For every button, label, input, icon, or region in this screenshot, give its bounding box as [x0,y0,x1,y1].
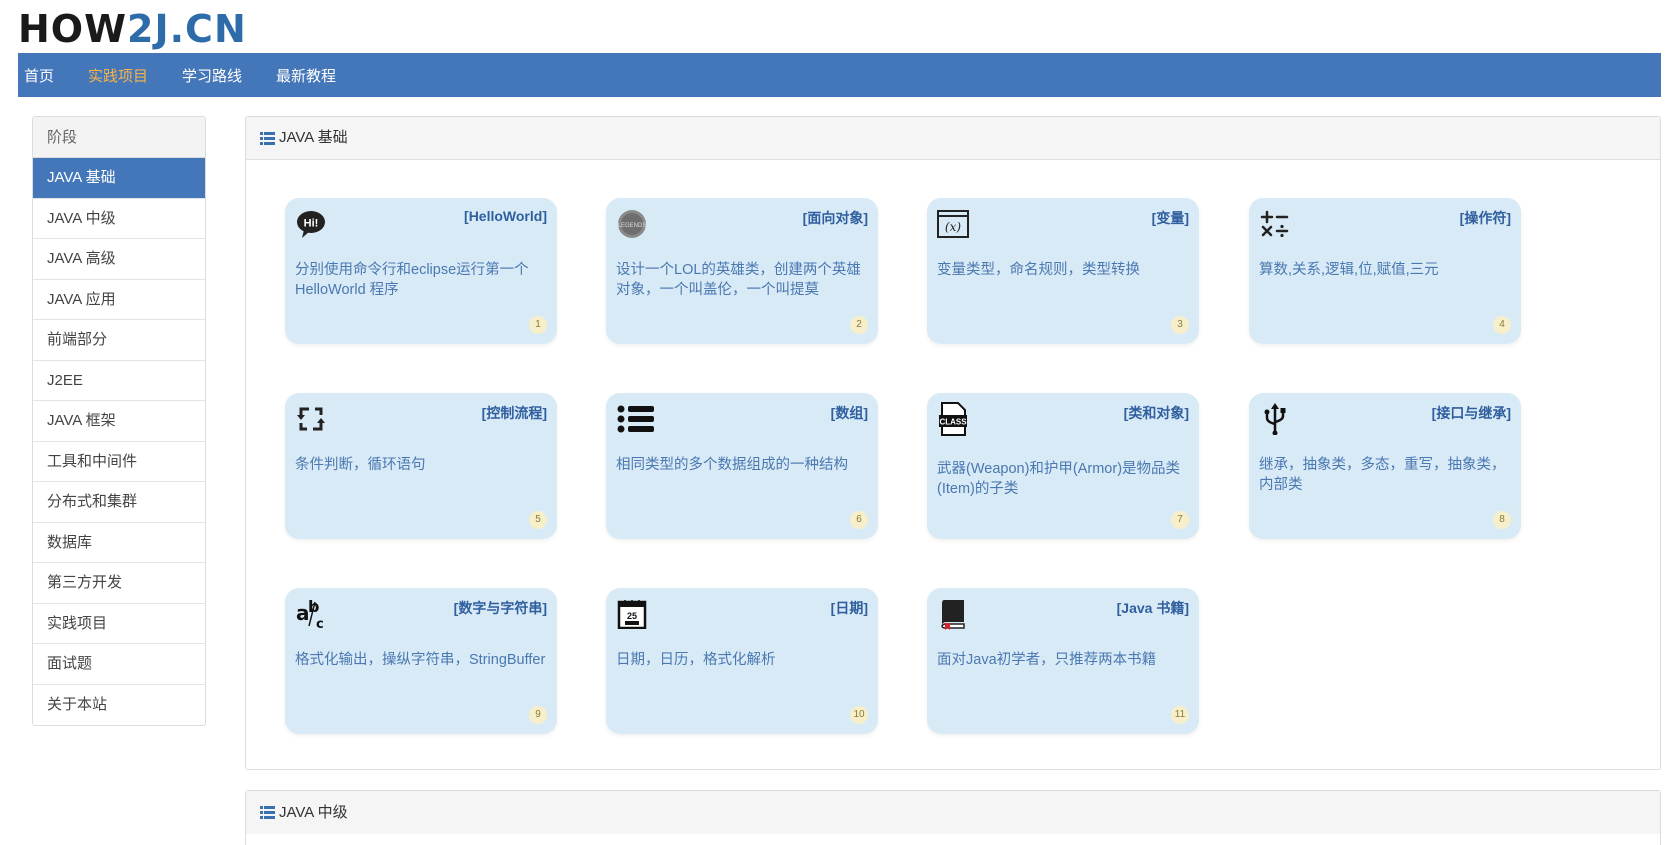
card-number-badge: 4 [1493,316,1511,334]
card-numbers-strings[interactable]: abc [数字与字符串] 格式化输出，操纵字符串，StringBuffer 9 [285,588,557,734]
card-title: [HelloWorld] [464,208,547,224]
panel-header: JAVA 中级 [246,791,1660,834]
card-number-badge: 3 [1171,316,1189,334]
top-navbar: 首页 实践项目 学习路线 最新教程 [18,53,1661,97]
class-file-icon: CLASS [937,402,969,436]
card-desc: 相同类型的多个数据组成的一种结构 [616,457,848,473]
sidebar-header: 阶段 [33,117,205,158]
card-title: [控制流程] [481,405,547,421]
card-control-flow[interactable]: [控制流程] 条件判断，循环语句 5 [285,393,557,539]
panel-header: JAVA 基础 [246,117,1660,160]
java-basic-panel: JAVA 基础 Hi! [HelloWorld] 分别使用命令行和eclipse… [245,116,1661,770]
operators-icon [1259,208,1291,240]
sidebar-item-java-advanced[interactable]: JAVA 高级 [33,239,205,280]
card-desc: 设计一个LOL的英雄类，创建两个英雄对象，一个叫盖伦，一个叫提莫 [616,262,861,298]
nav-item-learning-path[interactable]: 学习路线 [176,65,256,86]
list-icon [616,403,656,435]
card-title: [数组] [830,405,868,421]
calendar-icon: 25 [616,598,648,630]
sidebar-item-java-frameworks[interactable]: JAVA 框架 [33,401,205,442]
abc-letters-icon: abc [295,598,327,630]
card-number-badge: 10 [850,706,868,724]
card-number-badge: 6 [850,511,868,529]
card-number-badge: 1 [529,316,547,334]
stage-sidebar: 阶段 JAVA 基础 JAVA 中级 JAVA 高级 JAVA 应用 前端部分 … [32,116,206,726]
card-title: [日期] [830,600,868,616]
card-title: [变量] [1151,210,1189,226]
sidebar-item-tools-middleware[interactable]: 工具和中间件 [33,442,205,482]
sidebar-item-third-party[interactable]: 第三方开发 [33,563,205,604]
section-title: JAVA 基础 [279,129,348,146]
svg-text:Hi!: Hi! [304,218,319,230]
card-interface-inheritance[interactable]: [接口与继承] 继承，抽象类，多态，重写，抽象类，内部类 8 [1249,393,1521,539]
card-class-object[interactable]: CLASS [类和对象] 武器(Weapon)和护甲(Armor)是物品类(It… [927,393,1199,539]
sidebar-item-distributed-cluster[interactable]: 分布式和集群 [33,482,205,523]
svg-text:CLASS: CLASS [939,418,967,427]
card-desc: 格式化输出，操纵字符串，StringBuffer [295,652,546,668]
card-arrays[interactable]: [数组] 相同类型的多个数据组成的一种结构 6 [606,393,878,539]
sidebar-item-java-intermediate[interactable]: JAVA 中级 [33,199,205,239]
card-desc: 变量类型，命名规则，类型转换 [937,262,1140,278]
nav-item-latest-tutorials[interactable]: 最新教程 [270,65,350,86]
card-desc: 分别使用命令行和eclipse运行第一个HelloWorld 程序 [295,262,529,298]
svg-text:(x): (x) [945,220,961,234]
nav-item-home[interactable]: 首页 [18,65,68,86]
sidebar-item-database[interactable]: 数据库 [33,523,205,563]
sidebar-item-about[interactable]: 关于本站 [33,685,205,726]
card-desc: 算数,关系,逻辑,位,赋值,三元 [1259,262,1439,278]
logo-part-2j: 2J [127,7,170,51]
variable-x-icon: (x) [937,208,969,240]
sidebar-item-frontend[interactable]: 前端部分 [33,320,205,361]
card-number-badge: 5 [529,511,547,529]
section-title: JAVA 中级 [279,803,348,821]
sidebar-item-java-application[interactable]: JAVA 应用 [33,280,205,320]
card-number-badge: 7 [1171,511,1189,529]
card-java-books[interactable]: [Java 书籍] 面对Java初学者，只推荐两本书籍 11 [927,588,1199,734]
sidebar-item-java-basic[interactable]: JAVA 基础 [33,158,205,199]
logo-part-how: HOW [18,7,128,51]
card-object-oriented[interactable]: LEGENDS [面向对象] 设计一个LOL的英雄类，创建两个英雄对象，一个叫盖… [606,198,878,344]
list-icon [260,131,275,145]
hi-speech-icon: Hi! [295,208,327,240]
card-desc: 日期，日历，格式化解析 [616,652,776,668]
sidebar-item-interview[interactable]: 面试题 [33,644,205,685]
svg-text:LEGENDS: LEGENDS [618,223,647,229]
card-variables[interactable]: (x) [变量] 变量类型，命名规则，类型转换 3 [927,198,1199,344]
card-number-badge: 11 [1171,706,1189,724]
svg-text:c: c [316,617,324,630]
sidebar-item-practice-projects[interactable]: 实践项目 [33,604,205,644]
card-helloworld[interactable]: Hi! [HelloWorld] 分别使用命令行和eclipse运行第一个Hel… [285,198,557,344]
card-number-badge: 8 [1493,511,1511,529]
site-logo[interactable]: HOW2J.CN [18,8,247,50]
card-title: [类和对象] [1123,405,1189,421]
usb-fork-icon [1259,403,1291,435]
list-icon [260,806,275,819]
logo-part-cn: .CN [169,7,247,51]
lol-logo-icon: LEGENDS [616,208,648,240]
book-icon [937,598,969,630]
card-title: [面向对象] [802,210,868,226]
card-number-badge: 9 [529,706,547,724]
card-title: [操作符] [1459,210,1511,226]
card-desc: 条件判断，循环语句 [295,457,426,473]
card-desc: 继承，抽象类，多态，重写，抽象类，内部类 [1259,457,1506,493]
svg-text:25: 25 [627,611,637,621]
card-operators[interactable]: [操作符] 算数,关系,逻辑,位,赋值,三元 4 [1249,198,1521,344]
card-desc: 武器(Weapon)和护甲(Armor)是物品类(Item)的子类 [937,461,1181,497]
card-title: [接口与继承] [1431,405,1511,421]
nav-item-practice-projects[interactable]: 实践项目 [82,65,162,86]
card-title: [数字与字符串] [453,600,547,616]
loop-arrows-icon [295,403,327,435]
card-title: [Java 书籍] [1116,600,1189,616]
java-intermediate-panel: JAVA 中级 [245,790,1661,845]
card-date[interactable]: 25 [日期] 日期，日历，格式化解析 10 [606,588,878,734]
sidebar-item-j2ee[interactable]: J2EE [33,361,205,401]
card-desc: 面对Java初学者，只推荐两本书籍 [937,652,1157,668]
card-number-badge: 2 [850,316,868,334]
